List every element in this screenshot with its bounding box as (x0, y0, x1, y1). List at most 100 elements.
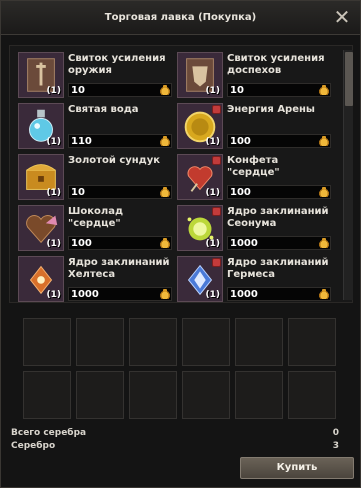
item-icon-slot[interactable]: (1) (177, 154, 223, 200)
price-box: 100 (68, 236, 172, 250)
shop-item[interactable]: (1) Ядро заклинаний Сеонума 1000 (173, 203, 332, 252)
item-quantity: (1) (46, 290, 62, 300)
item-price: 1000 (230, 238, 258, 249)
silver-bag-icon (160, 238, 170, 248)
empty-slot[interactable] (76, 371, 124, 419)
lock-icon (212, 207, 221, 216)
item-price: 110 (71, 136, 92, 147)
item-quantity: (1) (205, 239, 221, 249)
silver-bag-icon (319, 289, 329, 299)
item-price: 100 (230, 187, 251, 198)
item-price: 100 (230, 136, 251, 147)
silver-bag-icon (160, 136, 170, 146)
item-quantity: (1) (205, 290, 221, 300)
item-name: Святая вода (68, 104, 139, 115)
item-price: 1000 (71, 289, 99, 300)
item-name: Ядро заклинаний Сеонума (227, 206, 329, 229)
shop-item[interactable]: (1) Конфета "сердце" 100 (173, 152, 332, 201)
silver-bag-icon (160, 187, 170, 197)
item-quantity: (1) (46, 188, 62, 198)
shop-item[interactable]: (1) Святая вода 110 (14, 101, 173, 150)
silver-bag-icon (319, 238, 329, 248)
shop-item[interactable]: (1) Шоколад "сердце" 100 (14, 203, 173, 252)
shop-item[interactable]: (1) Золотой сундук 10 (14, 152, 173, 201)
price-box: 110 (68, 134, 172, 148)
item-icon-slot[interactable]: (1) (177, 103, 223, 149)
item-list: (1) Свиток усиления оружия 10 (1) Свиток уси… (9, 45, 353, 303)
lock-icon (212, 105, 221, 114)
empty-slot[interactable] (23, 318, 71, 366)
item-icon-slot[interactable]: (1) (177, 256, 223, 302)
empty-slot[interactable] (235, 318, 283, 366)
price-box: 1000 (227, 236, 331, 250)
item-quantity: (1) (205, 188, 221, 198)
window-title: Торговая лавка (Покупка) (104, 12, 257, 23)
item-quantity: (1) (205, 86, 221, 96)
close-icon[interactable]: ✕ (332, 7, 352, 27)
item-price: 10 (71, 85, 85, 96)
shop-item[interactable]: (1) Энергия Арены 100 (173, 101, 332, 150)
item-name: Свиток усиления доспехов (227, 53, 325, 76)
item-quantity: (1) (46, 86, 62, 96)
item-icon-slot[interactable]: (1) (18, 205, 64, 251)
lock-icon (212, 156, 221, 165)
empty-slot[interactable] (182, 371, 230, 419)
shop-item[interactable]: (1) Ядро заклинаний Гермеса 1000 (173, 254, 332, 303)
item-price: 100 (71, 238, 92, 249)
item-name: Шоколад "сердце" (68, 206, 124, 229)
item-icon-slot[interactable]: (1) (18, 256, 64, 302)
price-box: 100 (227, 185, 331, 199)
price-box: 1000 (68, 287, 172, 301)
item-icon-slot[interactable]: (1) (18, 154, 64, 200)
empty-slot[interactable] (182, 318, 230, 366)
total-silver-label: Всего серебра (11, 428, 87, 438)
empty-slot[interactable] (288, 371, 336, 419)
item-quantity: (1) (205, 137, 221, 147)
empty-slot[interactable] (129, 371, 177, 419)
price-box: 1000 (227, 287, 331, 301)
item-name: Ядро заклинаний Хелтеса (68, 257, 170, 280)
totals: Всего серебра 0 Серебро 3 (11, 428, 339, 454)
shop-item[interactable]: (1) Ядро заклинаний Хелтеса 1000 (14, 254, 173, 303)
item-icon-slot[interactable]: (1) (18, 52, 64, 98)
item-name: Энергия Арены (227, 104, 315, 115)
title-bar[interactable]: Торговая лавка (Покупка) ✕ (1, 1, 360, 35)
price-box: 100 (227, 134, 331, 148)
empty-slot[interactable] (76, 318, 124, 366)
price-box: 10 (68, 83, 172, 97)
silver-bag-icon (319, 85, 329, 95)
scrollbar-thumb[interactable] (345, 52, 353, 106)
item-quantity: (1) (46, 137, 62, 147)
item-name: Конфета "сердце" (227, 155, 280, 178)
item-icon-slot[interactable]: (1) (177, 52, 223, 98)
shop-window: Торговая лавка (Покупка) ✕ (1) Свиток уси… (0, 0, 361, 488)
item-name: Свиток усиления оружия (68, 53, 166, 76)
price-box: 10 (227, 83, 331, 97)
item-quantity: (1) (46, 239, 62, 249)
silver-label: Серебро (11, 441, 56, 451)
silver-value: 3 (332, 441, 339, 451)
total-silver-value: 0 (332, 428, 339, 438)
empty-slot[interactable] (235, 371, 283, 419)
empty-slot[interactable] (23, 371, 71, 419)
shop-item[interactable]: (1) Свиток усиления оружия 10 (14, 50, 173, 99)
silver-bag-icon (160, 289, 170, 299)
lock-icon (212, 258, 221, 267)
item-icon-slot[interactable]: (1) (18, 103, 64, 149)
item-icon-slot[interactable]: (1) (177, 205, 223, 251)
item-price: 1000 (230, 289, 258, 300)
silver-bag-icon (319, 136, 329, 146)
empty-slot[interactable] (129, 318, 177, 366)
silver-bag-icon (319, 187, 329, 197)
price-box: 10 (68, 185, 172, 199)
buy-button[interactable]: Купить (240, 457, 354, 479)
item-name: Золотой сундук (68, 155, 161, 166)
selection-slots (23, 318, 336, 419)
shop-item[interactable]: (1) Свиток усиления доспехов 10 (173, 50, 332, 99)
item-price: 10 (71, 187, 85, 198)
silver-bag-icon (160, 85, 170, 95)
scrollbar[interactable] (343, 50, 353, 300)
item-price: 10 (230, 85, 244, 96)
item-name: Ядро заклинаний Гермеса (227, 257, 329, 280)
empty-slot[interactable] (288, 318, 336, 366)
